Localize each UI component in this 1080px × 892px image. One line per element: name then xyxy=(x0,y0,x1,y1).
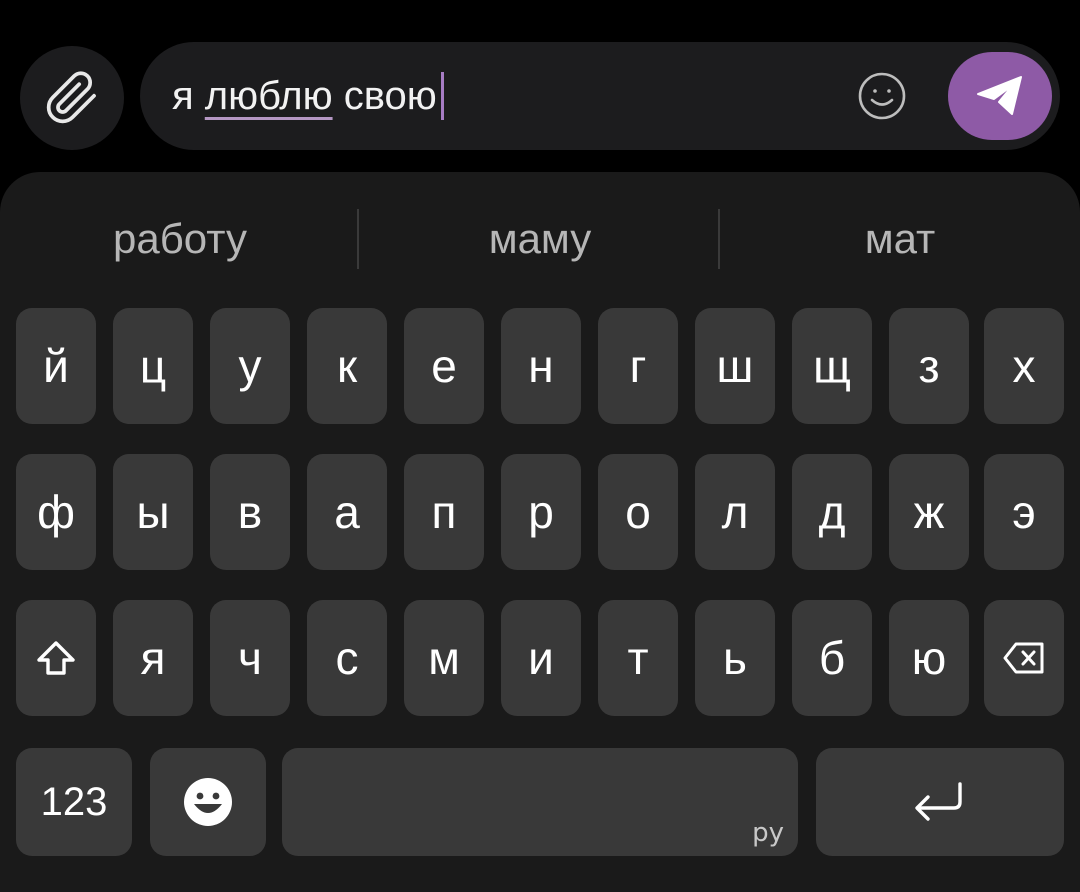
key-row2-7[interactable]: о xyxy=(598,454,678,570)
input-text-composing-word: люблю xyxy=(204,73,333,118)
numbers-key[interactable]: 123 xyxy=(16,748,132,856)
key-row2-9[interactable]: д xyxy=(792,454,872,570)
language-indicator: ру xyxy=(752,818,784,848)
attach-button[interactable] xyxy=(20,46,124,150)
emoji-icon xyxy=(182,776,234,828)
key-row2-5[interactable]: п xyxy=(404,454,484,570)
suggestion-divider xyxy=(357,209,359,269)
key-row2-3[interactable]: в xyxy=(210,454,290,570)
backspace-icon xyxy=(1002,641,1046,675)
key-row2-6[interactable]: р xyxy=(501,454,581,570)
key-row2-1[interactable]: ф xyxy=(16,454,96,570)
suggestion-1[interactable]: работу xyxy=(0,194,360,284)
key-row3-9[interactable]: ю xyxy=(889,600,969,716)
enter-icon xyxy=(910,780,970,824)
key-row2-11[interactable]: э xyxy=(984,454,1064,570)
suggestion-3[interactable]: мат xyxy=(720,194,1080,284)
key-row1-8[interactable]: ш xyxy=(695,308,775,424)
enter-key[interactable] xyxy=(816,748,1064,856)
message-input[interactable]: я люблю свою xyxy=(172,42,852,150)
key-row2-2[interactable]: ы xyxy=(113,454,193,570)
key-row2-8[interactable]: л xyxy=(695,454,775,570)
shift-key[interactable] xyxy=(16,600,96,716)
emoji-key[interactable] xyxy=(150,748,266,856)
key-row3-4[interactable]: м xyxy=(404,600,484,716)
key-row3-6[interactable]: т xyxy=(598,600,678,716)
paperclip-icon xyxy=(44,70,100,126)
key-row1-6[interactable]: н xyxy=(501,308,581,424)
key-row1-11[interactable]: х xyxy=(984,308,1064,424)
space-key[interactable]: ру xyxy=(282,748,798,856)
sticker-emoji-button[interactable] xyxy=(856,70,908,122)
key-row1-7[interactable]: г xyxy=(598,308,678,424)
key-row3-1[interactable]: я xyxy=(113,600,193,716)
key-row1-9[interactable]: щ xyxy=(792,308,872,424)
key-row1-10[interactable]: з xyxy=(889,308,969,424)
shift-icon xyxy=(34,638,78,678)
key-row3-5[interactable]: и xyxy=(501,600,581,716)
key-row1-5[interactable]: е xyxy=(404,308,484,424)
key-row3-3[interactable]: с xyxy=(307,600,387,716)
text-caret xyxy=(440,72,444,120)
key-row1-4[interactable]: к xyxy=(307,308,387,424)
key-row2-4[interactable]: а xyxy=(307,454,387,570)
smiley-icon xyxy=(857,71,907,121)
send-icon xyxy=(975,74,1025,118)
key-row1-1[interactable]: й xyxy=(16,308,96,424)
backspace-key[interactable] xyxy=(984,600,1064,716)
send-button[interactable] xyxy=(948,52,1052,140)
suggestion-2[interactable]: маму xyxy=(360,194,720,284)
key-row1-3[interactable]: у xyxy=(210,308,290,424)
input-text-start: я xyxy=(172,73,205,118)
suggestion-strip: работу маму мат xyxy=(0,194,1080,284)
key-row3-7[interactable]: ь xyxy=(695,600,775,716)
input-text-end: свою xyxy=(332,73,437,118)
key-row3-8[interactable]: б xyxy=(792,600,872,716)
keyboard: работу маму мат й ц у к е н г ш щ з х ф … xyxy=(0,172,1080,892)
key-row2-10[interactable]: ж xyxy=(889,454,969,570)
message-input-container: я люблю свою xyxy=(140,42,1060,150)
key-row1-2[interactable]: ц xyxy=(113,308,193,424)
key-row3-2[interactable]: ч xyxy=(210,600,290,716)
